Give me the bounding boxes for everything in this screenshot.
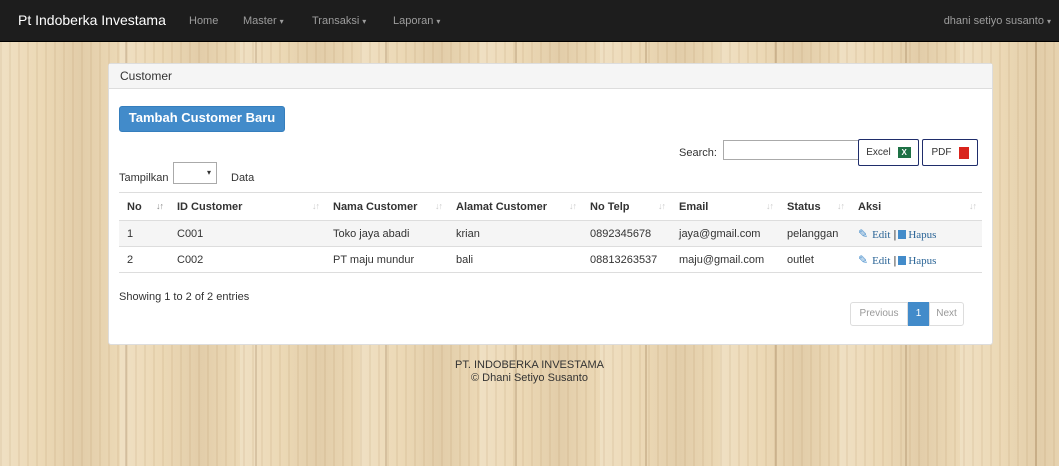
table-row: 1 C001 Toko jaya abadi krian 0892345678 … <box>119 220 982 247</box>
action-separator: | <box>893 228 897 241</box>
action-separator: | <box>893 254 897 267</box>
excel-icon: X <box>897 147 911 158</box>
excel-label: Excel <box>866 147 891 158</box>
excel-export-button[interactable]: Excel X <box>858 139 919 166</box>
nav-home[interactable]: Home <box>189 15 218 27</box>
pencil-icon: ✎ <box>858 252 869 267</box>
caret-down-icon: ▾ <box>362 17 367 26</box>
sort-icon: ↓↑ <box>569 201 577 211</box>
nav-transaksi-label: Transaksi <box>312 15 360 27</box>
col-alamat[interactable]: Alamat Customer ↓↑ <box>448 192 582 221</box>
nav-master-label: Master <box>243 15 277 27</box>
col-no-label: No <box>127 200 142 213</box>
sort-icon: ↓↑ <box>766 201 774 211</box>
navbar: Pt Indoberka Investama Home Master ▾ Tran… <box>0 0 1059 42</box>
cell-alamat: krian <box>448 220 582 247</box>
col-no[interactable]: No ↓↑ <box>119 192 169 221</box>
cell-email: jaya@gmail.com <box>671 220 779 247</box>
cell-aksi: ✎ Edit | Hapus <box>850 246 982 273</box>
customer-panel: Customer Tambah Customer Baru Search: Ex… <box>108 63 993 345</box>
col-nama-label: Nama Customer <box>333 200 418 213</box>
brand-link[interactable]: Pt Indoberka Investama <box>18 12 166 28</box>
footer-copyright: © Dhani Setiyo Susanto <box>471 372 588 384</box>
cell-status: pelanggan <box>779 220 850 247</box>
search-input[interactable] <box>723 140 864 160</box>
col-aksi[interactable]: Aksi ↓↑ <box>850 192 982 221</box>
search-label: Search: <box>679 147 717 159</box>
sort-icon: ↓↑ <box>156 201 164 211</box>
table-row: 2 C002 PT maju mundur bali 08813263537 m… <box>119 246 982 273</box>
sort-icon: ↓↑ <box>969 201 977 211</box>
pdf-label: PDF <box>931 147 952 158</box>
delete-link[interactable]: Hapus <box>908 255 936 267</box>
trash-icon <box>898 255 907 265</box>
user-name: dhani setiyo susanto <box>943 15 1044 27</box>
col-alamat-label: Alamat Customer <box>456 200 548 213</box>
cell-no: 2 <box>119 246 169 273</box>
cell-nama: PT maju mundur <box>325 246 448 273</box>
table-header-row: No ↓↑ ID Customer ↓↑ Nama Customer ↓↑ Alama… <box>119 192 982 221</box>
cell-nama: Toko jaya abadi <box>325 220 448 247</box>
user-menu[interactable]: dhani setiyo susanto ▾ <box>944 15 1051 27</box>
data-label: Data <box>231 172 255 184</box>
col-email-label: Email <box>679 200 709 213</box>
edit-link[interactable]: Edit <box>872 255 890 267</box>
cell-id: C001 <box>169 220 325 247</box>
length-label: Tampilkan <box>119 172 169 184</box>
pdf-icon <box>958 146 969 159</box>
col-nama[interactable]: Nama Customer ↓↑ <box>325 192 448 221</box>
nav-laporan[interactable]: Laporan ▾ <box>393 15 440 27</box>
caret-down-icon: ▾ <box>436 17 441 26</box>
edit-link[interactable]: Edit <box>872 229 890 241</box>
col-id-label: ID Customer <box>177 200 243 213</box>
sort-icon: ↓↑ <box>312 201 320 211</box>
delete-link[interactable]: Hapus <box>908 229 936 241</box>
cell-no: 1 <box>119 220 169 247</box>
col-email[interactable]: Email ↓↑ <box>671 192 779 221</box>
cell-aksi: ✎ Edit | Hapus <box>850 220 982 247</box>
pencil-icon: ✎ <box>858 226 869 241</box>
page-length-select[interactable]: ▾ <box>173 162 217 184</box>
col-status-label: Status <box>787 200 821 213</box>
sort-icon: ↓↑ <box>658 201 666 211</box>
cell-alamat: bali <box>448 246 582 273</box>
cell-telp: 08813263537 <box>582 246 671 273</box>
nav-laporan-label: Laporan <box>393 15 434 27</box>
col-status[interactable]: Status ↓↑ <box>779 192 850 221</box>
col-telp[interactable]: No Telp ↓↑ <box>582 192 671 221</box>
cell-status: outlet <box>779 246 850 273</box>
sort-icon: ↓↑ <box>837 201 845 211</box>
panel-title: Customer <box>109 64 992 89</box>
footer-company: PT. INDOBERKA INVESTAMA <box>455 359 604 371</box>
trash-icon <box>898 229 907 239</box>
pdf-export-button[interactable]: PDF <box>922 139 978 166</box>
nav-master[interactable]: Master ▾ <box>243 15 284 27</box>
pagination-previous[interactable]: Previous <box>850 302 908 326</box>
cell-telp: 0892345678 <box>582 220 671 247</box>
caret-down-icon: ▾ <box>1046 17 1051 26</box>
nav-transaksi[interactable]: Transaksi ▾ <box>312 15 366 27</box>
col-id[interactable]: ID Customer ↓↑ <box>169 192 325 221</box>
sort-icon: ↓↑ <box>435 201 443 211</box>
caret-down-icon: ▾ <box>279 17 284 26</box>
col-aksi-label: Aksi <box>858 200 882 213</box>
nav-home-label: Home <box>189 15 219 27</box>
col-telp-label: No Telp <box>590 200 630 213</box>
cell-id: C002 <box>169 246 325 273</box>
table-info: Showing 1 to 2 of 2 entries <box>119 291 250 303</box>
pagination-page-1[interactable]: 1 <box>908 302 929 326</box>
pagination: Previous 1 Next <box>850 302 964 326</box>
add-customer-button[interactable]: Tambah Customer Baru <box>119 106 285 132</box>
caret-down-icon: ▾ <box>206 168 211 177</box>
cell-email: maju@gmail.com <box>671 246 779 273</box>
customer-table: No ↓↑ ID Customer ↓↑ Nama Customer ↓↑ Alama… <box>119 192 982 273</box>
pagination-next[interactable]: Next <box>929 302 964 326</box>
footer: PT. INDOBERKA INVESTAMA © Dhani Setiyo S… <box>0 359 1059 385</box>
